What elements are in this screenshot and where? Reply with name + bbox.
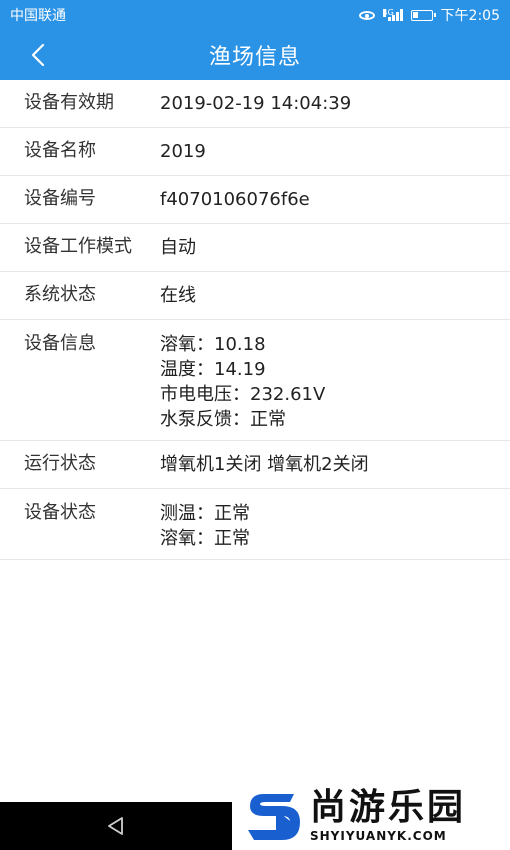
value-line: 增氧机1关闭 增氧机2关闭: [160, 454, 369, 475]
value-line: 水泵反馈：正常: [160, 409, 286, 430]
battery-icon: [410, 9, 436, 21]
row-value: 测温：正常 溶氧：正常: [160, 501, 510, 551]
network-type: 4G: [382, 8, 394, 17]
value-line: f4070106076f6e: [160, 189, 310, 210]
carrier-name: 中国联通: [10, 8, 66, 24]
nav-bar: [0, 802, 232, 850]
row-label: 设备工作模式: [24, 236, 132, 257]
value-line: 溶氧：10.18: [160, 334, 266, 355]
status-bar: 中国联通 4G 下午2:05: [0, 0, 510, 30]
row-work-mode: 设备工作模式 自动: [0, 224, 510, 272]
row-value: 2019: [160, 139, 510, 164]
row-device-name: 设备名称 2019: [0, 128, 510, 176]
eye-comfort-icon: [358, 10, 375, 20]
row-label: 设备信息: [24, 333, 96, 354]
info-list: 设备有效期 2019-02-19 14:04:39 设备名称 2019 设备编号…: [0, 80, 510, 560]
value-line: 自动: [160, 237, 196, 258]
row-run-status: 运行状态 增氧机1关闭 增氧机2关闭: [0, 441, 510, 489]
row-expiry: 设备有效期 2019-02-19 14:04:39: [0, 80, 510, 128]
row-value: 增氧机1关闭 增氧机2关闭: [160, 452, 510, 477]
watermark: 尚游乐园 SHYIYUANYK.COM: [232, 780, 510, 850]
row-system-status: 系统状态 在线: [0, 272, 510, 320]
row-value: 自动: [160, 235, 510, 260]
row-value: f4070106076f6e: [160, 187, 510, 212]
watermark-name: 尚游乐园: [310, 787, 467, 828]
signal-icon: 4G: [382, 8, 403, 21]
row-label: 设备状态: [24, 502, 96, 523]
row-device-id: 设备编号 f4070106076f6e: [0, 176, 510, 224]
value-line: 测温：正常: [160, 503, 250, 524]
row-device-info: 设备信息 溶氧：10.18 温度：14.19 市电电压：232.61V 水泵反馈…: [0, 320, 510, 441]
s-logo-icon: [248, 794, 300, 840]
row-label: 设备名称: [24, 140, 96, 161]
row-device-status: 设备状态 测温：正常 溶氧：正常: [0, 489, 510, 560]
app-bar: 渔场信息: [0, 30, 510, 80]
value-line: 温度：14.19: [160, 359, 266, 380]
chevron-left-icon: [31, 43, 45, 67]
value-line: 溶氧：正常: [160, 528, 250, 549]
row-value: 在线: [160, 283, 510, 308]
clock: 下午2:05: [440, 8, 500, 24]
status-icons: 4G 下午2:05: [358, 5, 500, 25]
watermark-text: 尚游乐园 SHYIYUANYK.COM: [310, 787, 466, 843]
row-value: 溶氧：10.18 温度：14.19 市电电压：232.61V 水泵反馈：正常: [160, 332, 510, 432]
value-line: 在线: [160, 285, 196, 306]
row-label: 系统状态: [24, 284, 96, 305]
row-label: 运行状态: [24, 453, 96, 474]
row-value: 2019-02-19 14:04:39: [160, 91, 510, 116]
value-line: 市电电压：232.61V: [160, 384, 326, 405]
back-button[interactable]: [26, 42, 52, 68]
triangle-back-icon[interactable]: [105, 815, 127, 837]
row-label: 设备有效期: [24, 92, 114, 113]
value-line: 2019-02-19 14:04:39: [160, 93, 352, 114]
value-line: 2019: [160, 141, 206, 162]
page-title: 渔场信息: [208, 45, 301, 70]
watermark-domain: SHYIYUANYK.COM: [310, 829, 447, 843]
row-label: 设备编号: [24, 188, 96, 209]
